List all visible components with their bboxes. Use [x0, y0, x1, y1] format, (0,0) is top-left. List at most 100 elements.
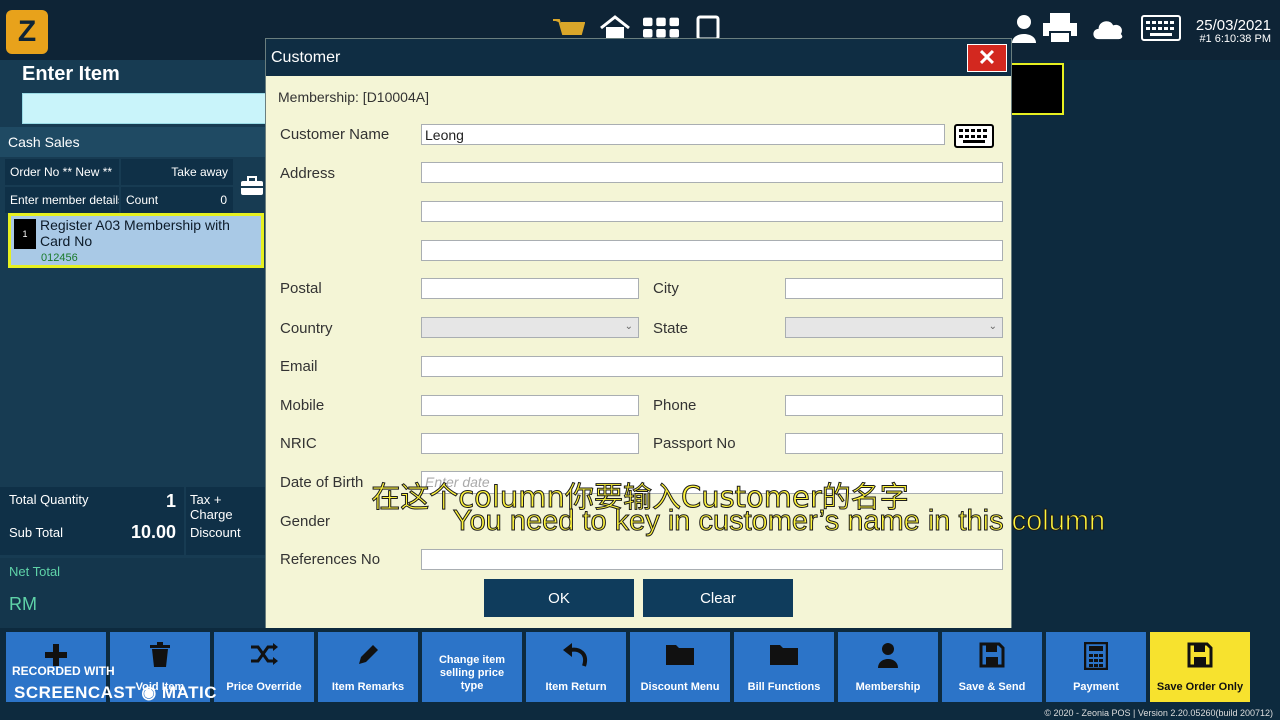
subtitle-english: You need to key in customer’s name in th…	[452, 505, 1106, 538]
enter-item-input[interactable]	[22, 93, 266, 124]
clear-button[interactable]: Clear	[643, 579, 793, 617]
station-time-text: #1 6:10:38 PM	[1199, 33, 1271, 45]
ok-button[interactable]: OK	[484, 579, 634, 617]
folder-icon	[630, 642, 730, 670]
discount-menu-button[interactable]: Discount Menu	[630, 632, 730, 702]
net-total-panel: Net Total RM	[0, 558, 266, 628]
save-send-button[interactable]: Save & Send	[942, 632, 1042, 702]
postal-input[interactable]	[421, 278, 639, 299]
close-button[interactable]: ✕	[967, 44, 1007, 72]
toolbar-label: Payment	[1073, 681, 1119, 693]
cloud-icon[interactable]	[1090, 14, 1126, 42]
take-away-button[interactable]: Take away	[121, 159, 233, 185]
postal-label: Postal	[280, 280, 322, 297]
net-total-label: Net Total	[9, 564, 61, 579]
passport-input[interactable]	[785, 433, 1003, 454]
order-number: Order No ** New **	[5, 159, 119, 185]
toolbar-label: Save Order Only	[1156, 681, 1244, 693]
toolbar-label: Save & Send	[958, 681, 1026, 693]
toolbar-label: Item Return	[545, 681, 607, 693]
calculator-icon	[1046, 642, 1146, 670]
date-text: 25/03/2021	[1195, 17, 1271, 34]
item-number: 1	[14, 219, 36, 249]
email-label: Email	[280, 358, 318, 375]
state-label: State	[653, 320, 689, 337]
references-input[interactable]	[421, 549, 1003, 570]
watermark-line1: RECORDED WITH	[12, 664, 115, 678]
member-details-field[interactable]: Enter member details	[5, 187, 119, 213]
city-label: City	[653, 280, 679, 297]
save-order-only-button[interactable]: Save Order Only	[1150, 632, 1250, 702]
nric-label: NRIC	[280, 435, 317, 452]
user-icon	[838, 642, 938, 670]
mobile-label: Mobile	[280, 397, 325, 414]
save-icon	[942, 642, 1042, 670]
save-icon	[1150, 642, 1250, 670]
count-value: 0	[220, 193, 227, 207]
state-select[interactable]: ⌄	[785, 317, 1003, 338]
close-icon: ✕	[977, 45, 997, 70]
cash-sales-label: Cash Sales	[0, 127, 266, 157]
references-label: References No	[280, 551, 381, 568]
chevron-down-icon: ⌄	[988, 321, 997, 332]
city-input[interactable]	[785, 278, 1003, 299]
undo-icon	[526, 642, 626, 670]
country-select[interactable]: ⌄	[421, 317, 639, 338]
trash-icon	[110, 642, 210, 670]
item-return-button[interactable]: Item Return	[526, 632, 626, 702]
display-box	[1012, 63, 1064, 115]
footer: © 2020 - Zeonia POS | Version 2.20.05260…	[0, 704, 1280, 720]
passport-label: Passport No	[653, 435, 736, 452]
keyboard-icon	[954, 124, 994, 148]
address-label: Address	[280, 165, 336, 182]
date-time: 25/03/2021 #1 6:10:38 PM	[1196, 18, 1271, 46]
dialog-title: Customer	[271, 49, 341, 66]
payment-button[interactable]: Payment	[1046, 632, 1146, 702]
dialog-header: Customer ✕	[266, 39, 1011, 76]
app-logo: Z	[6, 10, 48, 54]
address-line1-input[interactable]	[421, 162, 1003, 183]
bill-functions-button[interactable]: Bill Functions	[734, 632, 834, 702]
enter-item-title: Enter Item	[22, 63, 120, 85]
keyboard-icon[interactable]	[1140, 14, 1182, 42]
count-cell: Count 0	[121, 187, 233, 213]
toolbar-label: Bill Functions	[747, 681, 821, 693]
change-price-type-button[interactable]: Change item selling price type	[422, 632, 522, 702]
customer-dialog: Customer ✕ Membership: [D10004A] Custome…	[265, 38, 1012, 632]
count-label: Count	[126, 193, 159, 207]
membership-text: Membership: [D10004A]	[278, 89, 429, 105]
nric-input[interactable]	[421, 433, 639, 454]
country-label: Country	[280, 320, 333, 337]
order-line-item[interactable]: 1 Register A03 Membership with Card No 0…	[8, 213, 264, 268]
membership-button[interactable]: Membership	[838, 632, 938, 702]
shuffle-icon	[214, 642, 314, 670]
item-remarks-button[interactable]: Item Remarks	[318, 632, 418, 702]
chevron-down-icon: ⌄	[624, 321, 633, 332]
customer-name-value: Leong	[425, 127, 464, 143]
folder-icon	[734, 642, 834, 670]
address-line2-input[interactable]	[421, 201, 1003, 222]
printer-icon[interactable]	[1042, 13, 1078, 44]
toolbar-label: Change item selling price type	[438, 654, 505, 692]
keyboard-button[interactable]	[953, 123, 995, 149]
mobile-input[interactable]	[421, 395, 639, 416]
item-name: Register A03 Membership with Card No	[40, 217, 230, 249]
customer-name-input[interactable]: Leong	[421, 124, 945, 145]
phone-label: Phone	[653, 397, 697, 414]
right-panel	[1012, 60, 1280, 628]
price-override-button[interactable]: Price Override	[214, 632, 314, 702]
currency-label: RM	[9, 594, 37, 614]
email-input[interactable]	[421, 356, 1003, 377]
pencil-icon	[318, 642, 418, 670]
toolbar-label: Membership	[855, 681, 921, 693]
footer-text: © 2020 - Zeonia POS | Version 2.20.05260…	[1044, 708, 1273, 718]
order-panel: Enter Item Cash Sales Order No ** New **…	[0, 60, 266, 628]
toolbar-label: Price Override	[226, 681, 302, 693]
customer-name-label: Customer Name	[280, 126, 390, 143]
watermark-line2: SCREENCAST ◉ MATIC	[14, 683, 217, 702]
address-line3-input[interactable]	[421, 240, 1003, 261]
toolbar-label: Discount Menu	[640, 681, 720, 693]
briefcase-icon[interactable]	[238, 159, 266, 213]
phone-input[interactable]	[785, 395, 1003, 416]
item-code: 012456	[41, 252, 78, 264]
